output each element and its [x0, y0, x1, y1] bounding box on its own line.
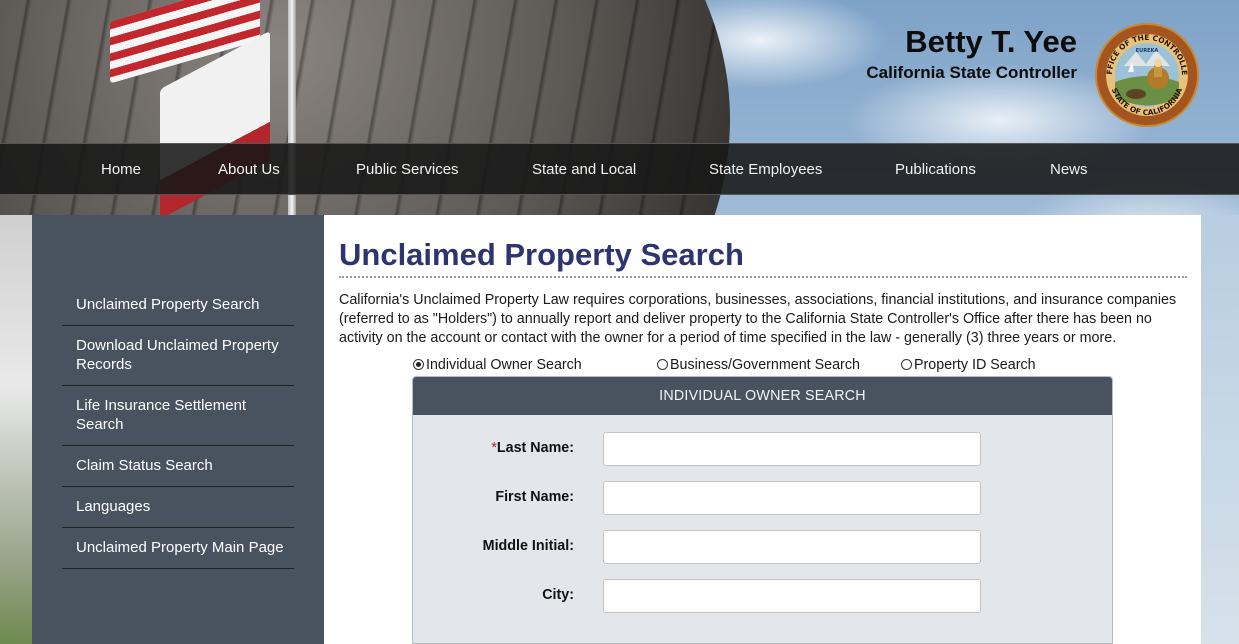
sidebar-item-languages[interactable]: Languages: [62, 487, 294, 528]
city-row: City:: [413, 579, 1112, 613]
middle-initial-label: Middle Initial:: [482, 538, 574, 554]
radio-label: Property ID Search: [914, 357, 1036, 373]
nav-public-services[interactable]: Public Services: [356, 144, 459, 196]
intro-paragraph: California's Unclaimed Property Law requ…: [339, 292, 1177, 346]
radio-property-id-search[interactable]: Property ID Search: [901, 357, 1036, 373]
building-edge: [0, 215, 32, 644]
sidebar-item-unclaimed-property-search[interactable]: Unclaimed Property Search: [62, 285, 294, 326]
main-content: Unclaimed Property Search California's U…: [324, 215, 1201, 644]
last-name-input[interactable]: [603, 432, 981, 466]
search-type-radio-group: Individual Owner Search Business/Governm…: [324, 355, 1201, 375]
sidebar-menu: Unclaimed Property Search Download Uncla…: [62, 285, 294, 569]
nav-state-employees[interactable]: State Employees: [709, 144, 822, 196]
last-name-row: *Last Name:: [413, 432, 1112, 466]
main-nav-bar: Home About Us Public Services State and …: [0, 143, 1239, 195]
radio-label: Business/Government Search: [670, 357, 860, 373]
first-name-row: First Name:: [413, 481, 1112, 515]
sidebar-item-claim-status-search[interactable]: Claim Status Search: [62, 446, 294, 487]
seal-motto: EUREKA: [1136, 48, 1159, 54]
individual-owner-search-panel: INDIVIDUAL OWNER SEARCH *Last Name: Firs…: [412, 376, 1113, 644]
controller-seal-logo[interactable]: OFFICE OF THE CONTROLLER STATE OF CALIFO…: [1091, 15, 1200, 128]
panel-header: INDIVIDUAL OWNER SEARCH: [413, 377, 1112, 415]
city-label: City:: [542, 587, 574, 603]
radio-business-government-search[interactable]: Business/Government Search: [657, 357, 860, 373]
radio-selected-icon[interactable]: [413, 359, 424, 370]
first-name-input[interactable]: [603, 481, 981, 515]
sky-strip: [1201, 215, 1239, 644]
first-name-label: First Name:: [495, 489, 574, 505]
sidebar-item-main-page[interactable]: Unclaimed Property Main Page: [62, 528, 294, 569]
sidebar-item-life-insurance-search[interactable]: Life Insurance Settlement Search: [62, 386, 294, 446]
radio-unselected-icon[interactable]: [657, 359, 668, 370]
sidebar-item-download-records[interactable]: Download Unclaimed Property Records: [62, 326, 294, 386]
radio-label: Individual Owner Search: [426, 357, 582, 373]
middle-initial-input[interactable]: [603, 530, 981, 564]
radio-individual-owner-search[interactable]: Individual Owner Search: [413, 357, 582, 373]
nav-home[interactable]: Home: [101, 144, 141, 196]
page-title: Unclaimed Property Search: [339, 237, 744, 272]
last-name-label: *Last Name:: [491, 440, 574, 456]
seal-icon: OFFICE OF THE CONTROLLER STATE OF CALIFO…: [1091, 15, 1199, 127]
controller-name: Betty T. Yee: [905, 24, 1077, 59]
city-input[interactable]: [603, 579, 981, 613]
header-branding: Betty T. Yee California State Controller: [866, 24, 1077, 83]
title-divider: [339, 276, 1187, 278]
controller-title: California State Controller: [866, 63, 1077, 82]
nav-about-us[interactable]: About Us: [218, 144, 280, 196]
nav-news[interactable]: News: [1050, 144, 1088, 196]
nav-state-and-local[interactable]: State and Local: [532, 144, 636, 196]
nav-publications[interactable]: Publications: [895, 144, 976, 196]
sidebar: Unclaimed Property Search Download Uncla…: [32, 215, 324, 644]
radio-unselected-icon[interactable]: [901, 359, 912, 370]
middle-initial-row: Middle Initial:: [413, 530, 1112, 564]
